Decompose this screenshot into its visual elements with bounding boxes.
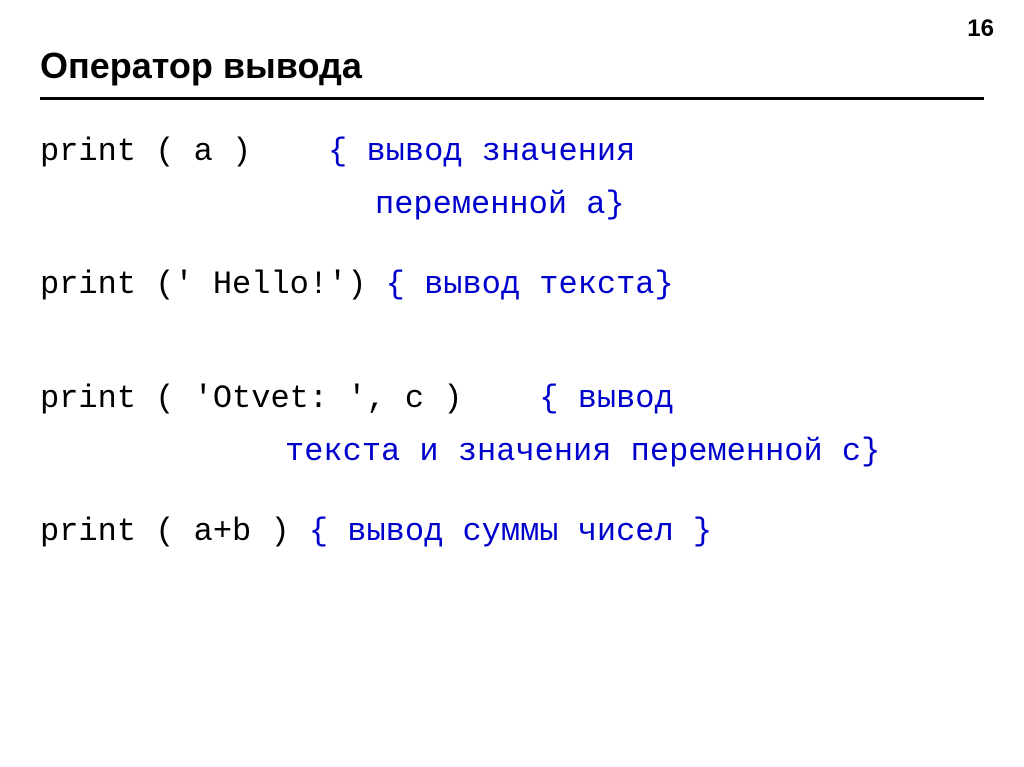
example-3: print ( 'Otvet: ', c ) { вывод текста и … [40,377,984,475]
title-divider [40,97,984,100]
code-text: print ( 'Otvet: ', c ) [40,380,462,417]
comment-text: текста и значения переменной c} [285,433,880,470]
comment-text: { вывод текста} [386,266,674,303]
example-2: print (' Hello!') { вывод текста} [40,263,984,308]
comment-text: переменной a} [375,186,625,223]
comment-text: { вывод суммы чисел } [309,513,712,550]
example-4: print ( a+b ) { вывод суммы чисел } [40,510,984,555]
code-text: print ( a ) [40,133,251,170]
page-number: 16 [967,15,994,43]
code-text: print ( a+b ) [40,513,290,550]
comment-text: { вывод [539,380,673,417]
example-1: print ( a ) { вывод значения переменной … [40,130,984,228]
code-text: print (' Hello!') [40,266,366,303]
comment-text: { вывод значения [328,133,635,170]
slide-title: Оператор вывода [40,45,984,87]
